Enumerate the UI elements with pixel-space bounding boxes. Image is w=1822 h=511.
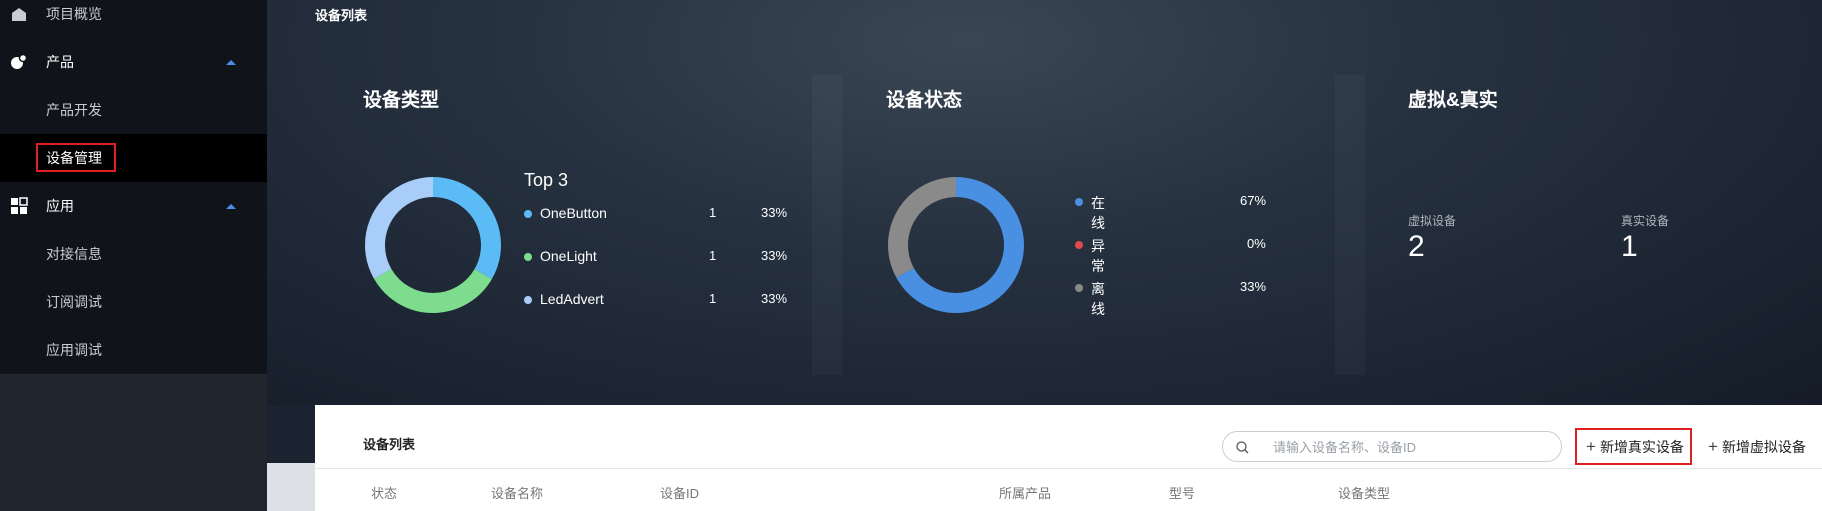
device-type-card: 设备类型 Top 3 OneButton 1 33% OneLight 1 33…: [363, 75, 863, 365]
column-header-model[interactable]: 型号: [1169, 483, 1195, 502]
legend-dot: [524, 210, 532, 218]
legend-percent: 33%: [761, 248, 788, 263]
column-header-status[interactable]: 状态: [371, 483, 397, 502]
virtual-device-count: 2: [1408, 230, 1425, 263]
sidebar-group-apps[interactable]: 应用: [0, 182, 267, 230]
device-status-donut: [888, 177, 1024, 313]
legend-name: LedAdvert: [540, 291, 604, 307]
column-header-device-id[interactable]: 设备ID: [660, 483, 699, 502]
sidebar-item-device-management[interactable]: 设备管理: [0, 134, 267, 182]
legend-name: 异常: [1091, 238, 1105, 274]
real-device-count: 1: [1621, 230, 1638, 263]
add-real-device-button[interactable]: + 新增真实设备: [1575, 428, 1692, 465]
card-title: 设备状态: [886, 90, 963, 111]
button-label: 新增真实设备: [1599, 438, 1684, 455]
plus-icon: +: [1586, 436, 1596, 456]
list-title: 设备列表: [363, 437, 416, 452]
top3-label: Top 3: [524, 170, 569, 190]
sidebar-item-subscription-debug[interactable]: 订阅调试: [0, 278, 267, 326]
column-header-product[interactable]: 所属产品: [999, 483, 1051, 502]
product-icon: [11, 53, 28, 69]
add-virtual-device-button[interactable]: + 新增虚拟设备: [1708, 428, 1822, 465]
chevron-up-icon[interactable]: [226, 203, 236, 209]
legend-percent: 33%: [761, 205, 788, 220]
legend-dot: [1075, 241, 1083, 249]
column-header-device-type[interactable]: 设备类型: [1338, 483, 1390, 502]
sidebar-item-label: 产品: [46, 54, 74, 70]
sidebar-item-product-dev[interactable]: 产品开发: [0, 86, 267, 134]
card-title: 虚拟&真实: [1408, 90, 1498, 111]
button-label: 新增虚拟设备: [1721, 438, 1806, 455]
legend-name: OneButton: [540, 205, 607, 221]
legend-percent: 33%: [761, 291, 788, 306]
legend-percent: 67%: [1240, 193, 1267, 208]
legend-count: 1: [709, 248, 717, 263]
legend-name: OneLight: [540, 248, 597, 264]
legend-percent: 33%: [1240, 279, 1267, 294]
sidebar-group-product[interactable]: 产品: [0, 38, 267, 86]
legend-count: 1: [709, 291, 717, 306]
virtual-real-card: 虚拟&真实 虚拟设备 2 真实设备 1: [1408, 75, 1822, 365]
page-title: 设备列表: [315, 8, 368, 23]
sidebar-item-integration-info[interactable]: 对接信息: [0, 230, 267, 278]
real-device-label: 真实设备: [1621, 214, 1670, 228]
virtual-device-label: 虚拟设备: [1408, 214, 1457, 228]
sidebar-menu: 项目概览 产品 产品开发 设备管理 应用 对接信息 订阅调试 应用调试: [0, 0, 267, 374]
legend-count: 1: [709, 205, 717, 220]
device-list-panel: 设备列表 + 新增真实设备 + 新增虚拟设备 状态 设备名称 设备ID 所属产品…: [315, 405, 1822, 511]
sidebar-item-label: 订阅调试: [46, 294, 102, 310]
content-gutter: [267, 405, 315, 511]
plus-icon: +: [1708, 436, 1718, 456]
dashboard-hero: 设备列表 设备类型 Top 3 OneButton 1 33% OneLight…: [267, 0, 1822, 405]
legend-name: 离线: [1091, 281, 1105, 317]
legend-dot: [1075, 284, 1083, 292]
chevron-up-icon[interactable]: [226, 59, 236, 65]
legend-name: 在线: [1091, 195, 1105, 231]
device-type-donut: [365, 177, 501, 313]
legend-dot: [1075, 198, 1083, 206]
sidebar-item-label: 项目概览: [46, 6, 102, 22]
home-icon: [12, 8, 26, 21]
search-input[interactable]: [1273, 437, 1543, 457]
sidebar-item-label: 设备管理: [46, 150, 102, 166]
sidebar-item-label: 对接信息: [46, 246, 102, 262]
sidebar-item-overview[interactable]: 项目概览: [0, 0, 267, 38]
search-box[interactable]: [1222, 431, 1562, 462]
apps-icon: [11, 197, 28, 214]
sidebar-item-label: 应用: [46, 198, 74, 214]
sidebar-item-label: 应用调试: [46, 342, 102, 358]
legend-percent: 0%: [1247, 236, 1266, 251]
legend-dot: [524, 253, 532, 261]
sidebar-item-label: 产品开发: [46, 102, 102, 118]
sidebar: 项目概览 产品 产品开发 设备管理 应用 对接信息 订阅调试 应用调试: [0, 0, 267, 511]
device-status-card: 设备状态 在线 67% 异常 0% 离线 33%: [886, 75, 1386, 365]
column-header-device-name[interactable]: 设备名称: [491, 483, 543, 502]
card-title: 设备类型: [363, 90, 440, 111]
sidebar-item-app-debug[interactable]: 应用调试: [0, 326, 267, 374]
search-icon: [1236, 441, 1249, 454]
legend-dot: [524, 296, 532, 304]
table-header-divider: [315, 468, 1822, 469]
